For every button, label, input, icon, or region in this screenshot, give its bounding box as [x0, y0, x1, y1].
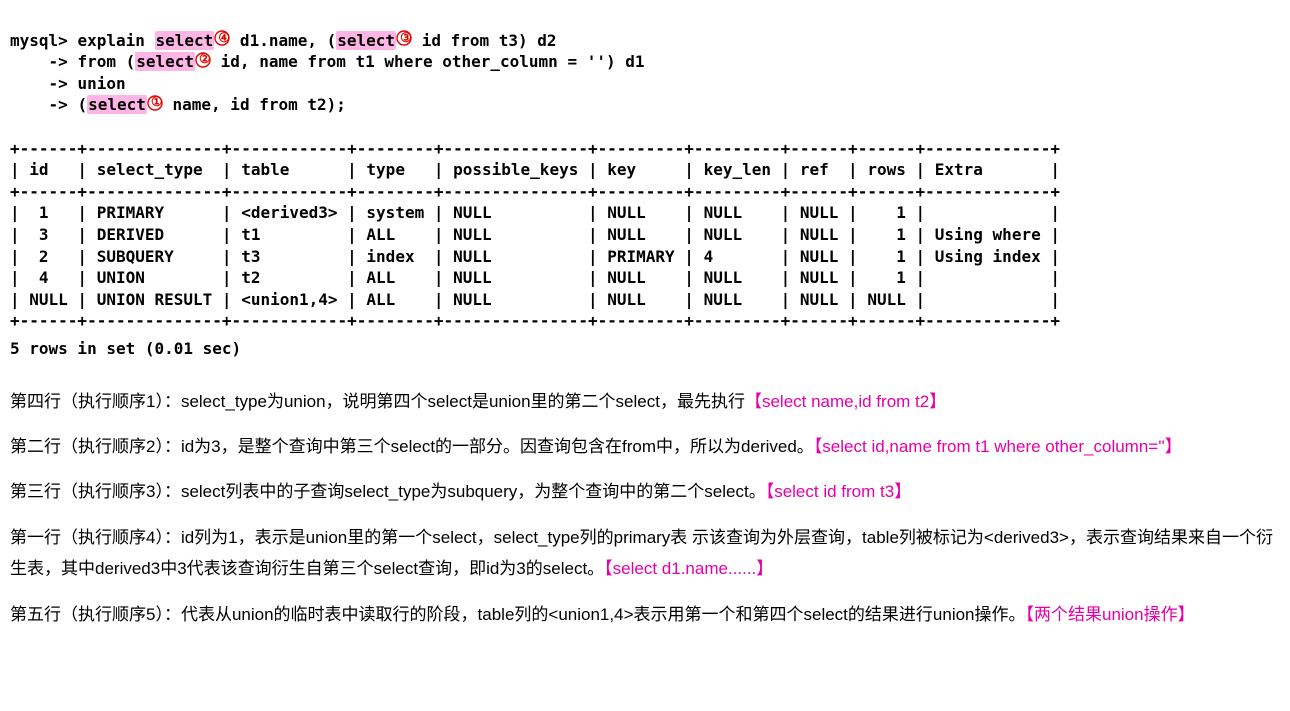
annotation-circle-2: ② [195, 51, 211, 66]
highlight-select-1: select [87, 95, 147, 114]
table-border: +------+--------------+------------+----… [10, 311, 1060, 330]
explain-result-table: +------+--------------+------------+----… [10, 116, 1280, 332]
explain-row-4: 第四行（执行顺序1）：select_type为union，说明第四个select… [10, 386, 1280, 417]
annotation-circle-1: ① [147, 94, 163, 109]
table-row: | 2 | SUBQUERY | t3 | index | NULL | PRI… [10, 247, 1060, 266]
sql-fragment: 【两个结果union操作】 [1026, 605, 1195, 624]
explanation-block: 第四行（执行顺序1）：select_type为union，说明第四个select… [10, 386, 1280, 631]
table-border: +------+--------------+------------+----… [10, 139, 1060, 158]
sql-query-block: mysql> explain select④ d1.name, (select③… [10, 8, 1280, 116]
sql-fragment: 【select d1.name......】 [604, 559, 773, 578]
table-row: | NULL | UNION RESULT | <union1,4> | ALL… [10, 290, 1060, 309]
table-row: | 3 | DERIVED | t1 | ALL | NULL | NULL |… [10, 225, 1060, 244]
annotation-circle-4: ④ [214, 30, 230, 45]
table-header-row: | id | select_type | table | type | poss… [10, 160, 1060, 179]
table-border: +------+--------------+------------+----… [10, 182, 1060, 201]
annotation-circle-3: ③ [396, 30, 412, 45]
highlight-select-3: select [336, 31, 396, 50]
highlight-select-2: select [135, 52, 195, 71]
sql-fragment: 【select name,id from t2】 [745, 392, 946, 411]
explain-row-5: 第五行（执行顺序5）：代表从union的临时表中读取行的阶段，table列的<u… [10, 599, 1280, 630]
explain-row-2: 第二行（执行顺序2）：id为3，是整个查询中第三个select的一部分。因查询包… [10, 431, 1280, 462]
highlight-select-4: select [155, 31, 215, 50]
table-row: | 4 | UNION | t2 | ALL | NULL | NULL | N… [10, 268, 1060, 287]
result-footer: 5 rows in set (0.01 sec) [10, 338, 1280, 360]
table-row: | 1 | PRIMARY | <derived3> | system | NU… [10, 203, 1060, 222]
explain-row-3: 第三行（执行顺序3）：select列表中的子查询select_type为subq… [10, 476, 1280, 507]
sql-fragment: 【select id from t3】 [766, 482, 912, 501]
sql-fragment: 【select id,name from t1 where other_colu… [814, 437, 1182, 456]
explain-row-1: 第一行（执行顺序4）：id列为1，表示是union里的第一个select，sel… [10, 522, 1280, 585]
mysql-prompt: mysql> [10, 31, 77, 50]
